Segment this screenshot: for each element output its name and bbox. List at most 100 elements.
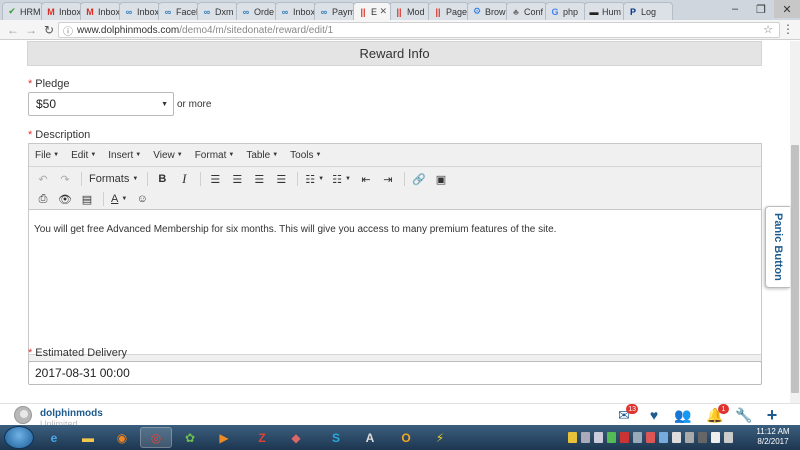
eraser-app-icon[interactable]: ◆ xyxy=(280,427,312,448)
undo-icon[interactable]: ↶ xyxy=(33,170,53,188)
tray-icon[interactable] xyxy=(724,432,733,443)
align-left-icon[interactable]: ☰ xyxy=(205,170,225,188)
frog-app-icon[interactable]: ✿ xyxy=(174,427,206,448)
power-app-icon[interactable]: ⚡ xyxy=(424,427,456,448)
browser-tab[interactable]: ∞ Inbox xyxy=(119,2,160,20)
scrollbar-thumb[interactable] xyxy=(791,145,799,393)
editor-menu-file[interactable]: File ▼ xyxy=(35,150,59,161)
link-icon[interactable]: 🔗 xyxy=(409,170,429,188)
pledge-select[interactable]: $50 ▼ xyxy=(28,92,174,116)
mail-icon[interactable]: ✉ 13 xyxy=(614,404,638,423)
redo-icon[interactable]: ↷ xyxy=(55,170,75,188)
browser-tab[interactable]: || E ✕ xyxy=(353,2,391,20)
delivery-date-input[interactable]: 2017-08-31 00:00 xyxy=(28,361,762,385)
friends-icon[interactable]: 👥 xyxy=(673,407,693,423)
browser-tab[interactable]: ∞ Paym xyxy=(314,2,355,20)
file-explorer-icon[interactable]: ▬ xyxy=(72,427,104,448)
wrench-icon[interactable]: 🔧 xyxy=(734,407,754,423)
panic-button[interactable]: Panic Button xyxy=(765,206,790,288)
tray-icon[interactable] xyxy=(581,432,590,443)
browser-tab[interactable]: || Mod xyxy=(389,2,430,20)
forward-button[interactable]: → xyxy=(22,23,40,37)
page-scrollbar[interactable] xyxy=(790,41,800,403)
tray-icon[interactable] xyxy=(659,432,668,443)
tray-icon[interactable] xyxy=(685,432,694,443)
username[interactable]: dolphinmods xyxy=(40,408,103,419)
browser-menu-icon[interactable]: ⋮ xyxy=(782,22,794,36)
formats-label: Formats xyxy=(89,173,130,185)
reload-button[interactable]: ↻ xyxy=(40,23,58,37)
editor-menu-format[interactable]: Format ▼ xyxy=(195,150,235,161)
editor-menu-view[interactable]: View ▼ xyxy=(153,150,182,161)
image-icon[interactable]: ▣ xyxy=(431,170,451,188)
editor-toolbar: ↶ ↷ Formats ▼ B I ☰ ☰ ☰ ☰ ☷ ▼ ☷ ▼ ⇤ ⇥ 🔗 ▣ xyxy=(29,167,761,210)
print-icon[interactable]: ⎙ xyxy=(33,190,53,208)
editor-menu-tools[interactable]: Tools ▼ xyxy=(290,150,321,161)
address-bar[interactable]: ⓘ www.dolphinmods.com/demo4/m/sitedonate… xyxy=(58,22,780,38)
indent-icon[interactable]: ⇥ xyxy=(378,170,398,188)
avatar[interactable] xyxy=(14,406,32,424)
editor-content[interactable]: You will get free Advanced Membership fo… xyxy=(29,210,761,310)
browser-tab[interactable]: ∞ Dxm xyxy=(197,2,238,20)
tray-icon[interactable] xyxy=(711,432,720,443)
align-justify-icon[interactable]: ☰ xyxy=(271,170,291,188)
browser-tab[interactable]: ⚙ Brow xyxy=(467,2,508,20)
start-button[interactable] xyxy=(4,426,34,449)
browser-tab[interactable]: ∞ Faceb xyxy=(158,2,199,20)
close-window-button[interactable]: ✕ xyxy=(774,0,800,18)
editor-menu-edit[interactable]: Edit ▼ xyxy=(71,150,96,161)
browser-tab[interactable]: M Inbox xyxy=(80,2,121,20)
browser-tab[interactable]: ∞ Inbox xyxy=(275,2,316,20)
browser-tab[interactable]: M Inbox xyxy=(41,2,82,20)
bold-icon[interactable]: B xyxy=(152,170,172,188)
heart-icon[interactable]: ♥ xyxy=(644,407,664,423)
filezilla-icon[interactable]: Z xyxy=(246,427,278,448)
text-color-dropdown[interactable]: A ▼ xyxy=(108,190,130,208)
maximize-button[interactable]: ❐ xyxy=(748,0,774,18)
numbered-list-icon[interactable]: ☷ ▼ xyxy=(329,170,354,188)
tray-icon[interactable] xyxy=(633,432,642,443)
close-tab-icon[interactable]: ✕ xyxy=(379,6,387,17)
bookmark-star-icon[interactable]: ☆ xyxy=(763,23,773,36)
preview-icon[interactable]: 👁 xyxy=(55,190,75,208)
outdent-icon[interactable]: ⇤ xyxy=(356,170,376,188)
plus-icon[interactable]: + xyxy=(762,405,782,425)
formats-dropdown[interactable]: Formats ▼ xyxy=(86,170,141,188)
browser-tab[interactable]: ▬ Hum xyxy=(584,2,625,20)
taskbar-clock[interactable]: 11:12 AM 8/2/2017 xyxy=(748,427,798,447)
browser-tab[interactable]: ∞ Orde xyxy=(236,2,277,20)
site-bottom-bar: dolphinmods Unlimited ✉ 13 ♥ 👥 🔔 1 🔧 + xyxy=(0,403,800,429)
tray-icon[interactable] xyxy=(698,432,707,443)
tray-icon[interactable] xyxy=(594,432,603,443)
media-icon[interactable]: ▤ xyxy=(77,190,97,208)
firefox-icon[interactable]: ◉ xyxy=(106,427,138,448)
page-info-icon[interactable]: ⓘ xyxy=(63,23,73,38)
font-viewer-icon[interactable]: A xyxy=(354,427,386,448)
chrome-icon[interactable]: ◎ xyxy=(140,427,172,448)
bullet-list-icon[interactable]: ☷ ▼ xyxy=(302,170,327,188)
internet-explorer-icon[interactable]: e xyxy=(38,427,70,448)
browser-tab[interactable]: ♣ Conf xyxy=(506,2,547,20)
tray-icon[interactable] xyxy=(620,432,629,443)
tray-icon[interactable] xyxy=(646,432,655,443)
browser-tab[interactable]: Gphp xyxy=(545,2,586,20)
tray-icon[interactable] xyxy=(672,432,681,443)
browser-tab[interactable]: ✔ HRM xyxy=(2,2,43,20)
align-center-icon[interactable]: ☰ xyxy=(227,170,247,188)
media-player-icon[interactable]: ▶ xyxy=(208,427,240,448)
align-right-icon[interactable]: ☰ xyxy=(249,170,269,188)
minimize-button[interactable]: – xyxy=(722,0,748,18)
editor-menu-insert[interactable]: Insert ▼ xyxy=(108,150,141,161)
italic-icon[interactable]: I xyxy=(174,170,194,188)
outlook-icon[interactable]: O xyxy=(390,427,422,448)
browser-tab[interactable]: P Log xyxy=(623,2,673,20)
editor-menu-table[interactable]: Table ▼ xyxy=(246,150,278,161)
emoticon-icon[interactable]: ☺ xyxy=(132,190,152,208)
skype-icon[interactable]: S xyxy=(320,427,352,448)
tab-label: Inbox xyxy=(137,6,159,17)
browser-tab[interactable]: || Page xyxy=(428,2,469,20)
tray-icon[interactable] xyxy=(607,432,616,443)
bell-icon[interactable]: 🔔 1 xyxy=(705,404,729,423)
back-button[interactable]: ← xyxy=(4,23,22,37)
tray-icon[interactable] xyxy=(568,432,577,443)
